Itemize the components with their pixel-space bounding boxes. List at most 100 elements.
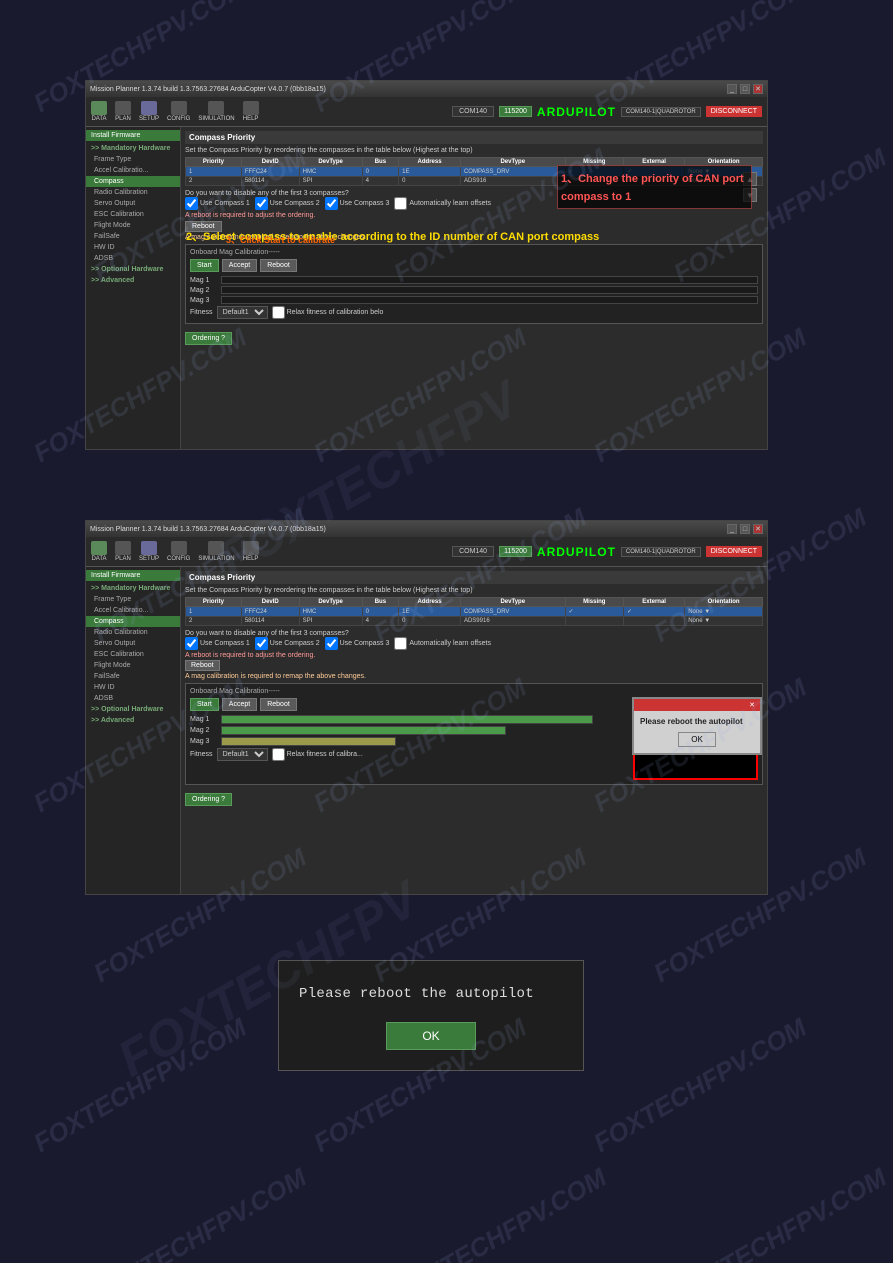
window-controls-bottom[interactable]: _ □ ✕ xyxy=(727,524,763,534)
close-button-top[interactable]: ✕ xyxy=(753,84,763,94)
reboot2-button-top[interactable]: Reboot xyxy=(260,259,297,272)
compass1-checkbox-bottom[interactable]: Use Compass 1 xyxy=(185,637,250,650)
title-text-top: Mission Planner 1.3.74 build 1.3.7563.27… xyxy=(90,86,326,93)
sidebar-failsafe-top[interactable]: FailSafe xyxy=(86,231,180,242)
popup-title-bar-bottom: ✕ xyxy=(634,699,760,711)
toolbar-help-top[interactable]: HELP xyxy=(243,101,259,122)
sidebar-servo-top[interactable]: Servo Output xyxy=(86,198,180,209)
table-row-2-bottom[interactable]: 2 580114 SPI 4 0 ADS9916 None ▼ xyxy=(186,617,763,626)
compass3-checkbox-bottom[interactable]: Use Compass 3 xyxy=(325,637,390,650)
panel-desc-top: Set the Compass Priority by reordering t… xyxy=(185,147,763,154)
maximize-button-bottom[interactable]: □ xyxy=(740,524,750,534)
sidebar-hwid-top[interactable]: HW ID xyxy=(86,242,180,253)
accept-button-bottom[interactable]: Accept xyxy=(222,698,257,711)
sidebar-adsb-top[interactable]: ADSB xyxy=(86,253,180,264)
reboot2-button-bottom[interactable]: Reboot xyxy=(260,698,297,711)
sidebar-compass-bottom[interactable]: Compass xyxy=(86,616,180,627)
window-controls-top[interactable]: _ □ ✕ xyxy=(727,84,763,94)
config-icon-top xyxy=(171,101,187,115)
sidebar-flight-bottom[interactable]: Flight Mode xyxy=(86,660,180,671)
large-ok-button[interactable]: OK xyxy=(386,1022,475,1050)
sidebar-mandatory-top[interactable]: >> Mandatory Hardware xyxy=(86,143,180,154)
minimize-button-top[interactable]: _ xyxy=(727,84,737,94)
toolbar-help-bottom[interactable]: HELP xyxy=(243,541,259,562)
main-content-bottom: Install Firmware >> Mandatory Hardware F… xyxy=(86,567,767,894)
relax-checkbox-bottom[interactable]: Relax fitness of calibra... xyxy=(272,748,363,761)
ordering-button-top[interactable]: Ordering ? xyxy=(185,332,232,345)
mag1-label-bottom: Mag 1 xyxy=(190,716,218,723)
auto-learn-checkbox-bottom[interactable]: Automatically learn offsets xyxy=(394,637,491,650)
sidebar-accel-top[interactable]: Accel Calibratio... xyxy=(86,165,180,176)
col-devid-bottom: DevID xyxy=(241,598,299,607)
compass2-checkbox-bottom[interactable]: Use Compass 2 xyxy=(255,637,320,650)
toolbar-help-label-top: HELP xyxy=(243,116,259,122)
compass2-checkbox-top[interactable]: Use Compass 2 xyxy=(255,197,320,210)
col-orient-bottom: Orientation xyxy=(685,598,763,607)
compass-table-bottom: Priority DevID DevType Bus Address DevTy… xyxy=(185,597,763,626)
fitness-select-top[interactable]: Default1 xyxy=(217,306,268,319)
table-row-1-bottom[interactable]: 1 FFFC24 HMC 0 1E COMPASS_DRV ✓ ✓ None ▼ xyxy=(186,607,763,617)
toolbar-simulation-top[interactable]: SIMULATION xyxy=(198,101,234,122)
sidebar-optional-bottom[interactable]: >> Optional Hardware xyxy=(86,704,180,715)
col-bus-top: Bus xyxy=(362,158,399,167)
sidebar-compass-top[interactable]: Compass xyxy=(86,176,180,187)
sidebar-esc-bottom[interactable]: ESC Calibration xyxy=(86,649,180,660)
auto-learn-checkbox-top[interactable]: Automatically learn offsets xyxy=(394,197,491,210)
start-button-top[interactable]: Start xyxy=(190,259,219,272)
relax-checkbox-top[interactable]: Relax fitness of calibration belo xyxy=(272,306,384,319)
toolbar-simulation-bottom[interactable]: SIMULATION xyxy=(198,541,234,562)
compass3-checkbox-top[interactable]: Use Compass 3 xyxy=(325,197,390,210)
reorder-warning-bottom: A reboot is required to adjust the order… xyxy=(185,652,763,659)
toolbar-plan-bottom[interactable]: PLAN xyxy=(115,541,131,562)
sidebar-frame-bottom[interactable]: Frame Type xyxy=(86,594,180,605)
sidebar-advanced-bottom[interactable]: >> Advanced xyxy=(86,715,180,726)
help-icon-top xyxy=(243,101,259,115)
main-content-top: Install Firmware >> Mandatory Hardware F… xyxy=(86,127,767,449)
popup-close-icon[interactable]: ✕ xyxy=(749,701,755,709)
cell-devid-2-top: 580114 xyxy=(241,177,299,186)
toolbar-config-label-top: CONFIG xyxy=(167,116,190,122)
cell-bus-2-top: 4 xyxy=(362,177,399,186)
ordering-button-bottom[interactable]: Ordering ? xyxy=(185,793,232,806)
sidebar-radio-bottom[interactable]: Radio Calibration xyxy=(86,627,180,638)
sidebar-hwid-bottom[interactable]: HW ID xyxy=(86,682,180,693)
setup-icon-top xyxy=(141,101,157,115)
toolbar-data-bottom[interactable]: DATA xyxy=(91,541,107,562)
fitness-select-bottom[interactable]: Default1 xyxy=(217,748,268,761)
sidebar-flight-top[interactable]: Flight Mode xyxy=(86,220,180,231)
compass1-checkbox-top[interactable]: Use Compass 1 xyxy=(185,197,250,210)
sidebar-esc-top[interactable]: ESC Calibration xyxy=(86,209,180,220)
maximize-button-top[interactable]: □ xyxy=(740,84,750,94)
sidebar-optional-top[interactable]: >> Optional Hardware xyxy=(86,264,180,275)
sidebar-frame-top[interactable]: Frame Type xyxy=(86,154,180,165)
sidebar-accel-bottom[interactable]: Accel Calibratio... xyxy=(86,605,180,616)
toolbar-config-top[interactable]: CONFIG xyxy=(167,101,190,122)
toolbar-plan-top[interactable]: PLAN xyxy=(115,101,131,122)
cell-devid-1-bottom: FFFC24 xyxy=(241,607,299,617)
toolbar-setup-bottom[interactable]: SETUP xyxy=(139,541,159,562)
disconnect-button-top[interactable]: DISCONNECT xyxy=(706,106,762,117)
sidebar-servo-bottom[interactable]: Servo Output xyxy=(86,638,180,649)
sidebar-adsb-bottom[interactable]: ADSB xyxy=(86,693,180,704)
disconnect-button-bottom[interactable]: DISCONNECT xyxy=(706,546,762,557)
cell-priority-2-bottom: 2 xyxy=(186,617,242,626)
reboot-button-bottom[interactable]: Reboot xyxy=(185,660,220,671)
toolbar-setup-top[interactable]: SETUP xyxy=(139,101,159,122)
cell-priority-1-bottom: 1 xyxy=(186,607,242,617)
popup-ok-button-bottom[interactable]: OK xyxy=(678,732,716,747)
toolbar-data-top[interactable]: DATA xyxy=(91,101,107,122)
sidebar-advanced-top[interactable]: >> Advanced xyxy=(86,275,180,286)
close-button-bottom[interactable]: ✕ xyxy=(753,524,763,534)
toolbar-config-bottom[interactable]: CONFIG xyxy=(167,541,190,562)
sidebar-failsafe-bottom[interactable]: FailSafe xyxy=(86,671,180,682)
start-button-bottom[interactable]: Start xyxy=(190,698,219,711)
watermark-21: FOXTECHFPV.COM xyxy=(588,1012,812,1159)
plan-icon-top xyxy=(115,101,131,115)
sidebar-radio-top[interactable]: Radio Calibration xyxy=(86,187,180,198)
cell-devtype-1-bottom: HMC xyxy=(299,607,362,617)
mag3-label-bottom: Mag 3 xyxy=(190,738,218,745)
accept-button-top[interactable]: Accept xyxy=(222,259,257,272)
cell-bus-1-top: 0 xyxy=(362,167,399,177)
minimize-button-bottom[interactable]: _ xyxy=(727,524,737,534)
sidebar-mandatory-bottom[interactable]: >> Mandatory Hardware xyxy=(86,583,180,594)
